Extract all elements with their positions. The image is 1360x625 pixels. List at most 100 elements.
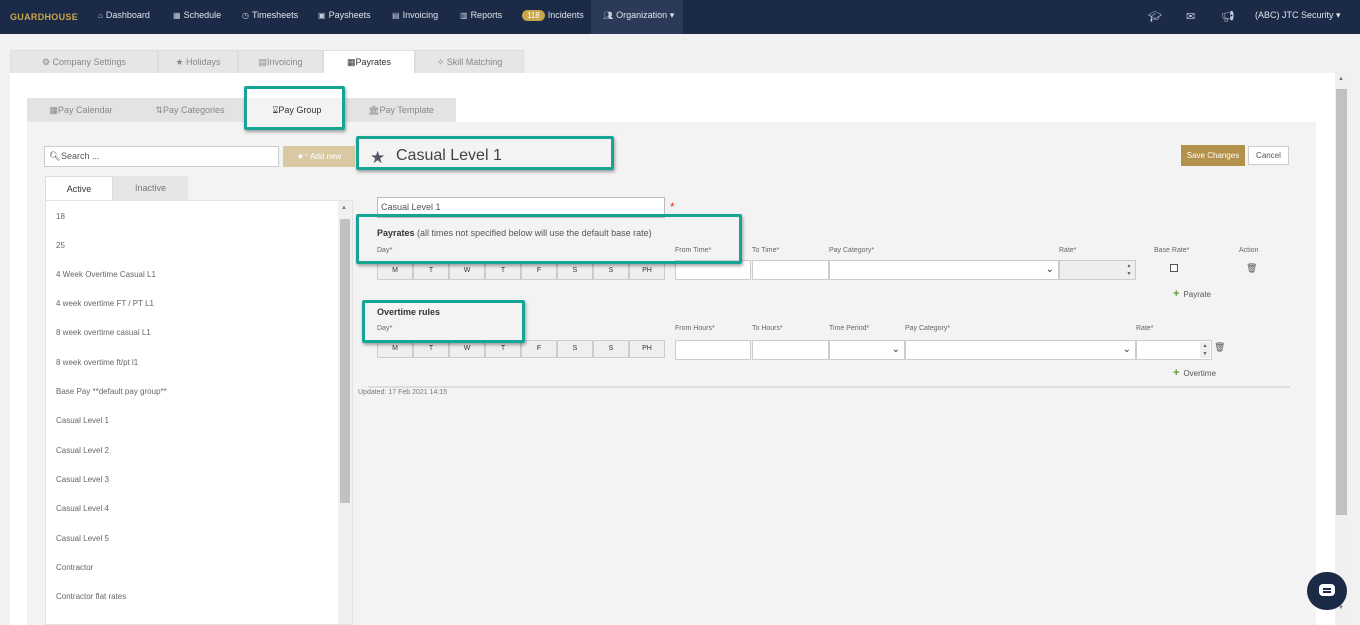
number-spinner-icon[interactable]: ▲ ▼ xyxy=(1200,342,1210,358)
list-item[interactable]: 25 xyxy=(56,241,65,250)
overtime-rate-label: Rate* xyxy=(1136,325,1154,332)
nav-incidents[interactable]: 118 Incidents xyxy=(522,10,584,21)
tab-active[interactable]: Active xyxy=(45,176,113,200)
required-indicator: * xyxy=(670,200,675,214)
list-item[interactable]: Contractor flat rates xyxy=(56,592,126,601)
overtime-from-hours-input[interactable] xyxy=(675,340,751,360)
list-scrollbar[interactable]: ▲ xyxy=(338,201,352,624)
cancel-button[interactable]: Cancel xyxy=(1248,146,1289,165)
plus-icon: + xyxy=(1173,288,1180,300)
caret-down-icon: ▾ xyxy=(1336,10,1341,20)
list-scrollbar-thumb[interactable] xyxy=(340,219,350,503)
add-new-button[interactable]: ★⁺ Add new xyxy=(283,146,355,167)
overtime-time-period-label: Time Period* xyxy=(829,325,870,332)
payrate-day-sun[interactable]: S xyxy=(593,262,629,280)
base-rate-checkbox[interactable] xyxy=(1170,264,1178,272)
search-icon: 🔍︎ xyxy=(49,151,61,161)
chevron-down-icon: ⌄ xyxy=(891,344,900,355)
page-scrollbar[interactable]: ▲ ▼ xyxy=(1335,73,1349,625)
search-input[interactable]: 🔍︎ Search ... xyxy=(44,146,279,167)
payrate-rate-input[interactable]: ▲ ▼ xyxy=(1059,260,1136,280)
add-overtime-button[interactable]: + Overtime xyxy=(1173,367,1216,379)
nav-reports[interactable]: ▥ Reports xyxy=(460,10,502,20)
brand-logo[interactable]: GUARDHOUSE xyxy=(10,12,78,22)
chat-icon xyxy=(1319,584,1335,596)
envelope-icon[interactable]: ✉ xyxy=(1186,10,1195,23)
number-spinner-icon[interactable]: ▲ ▼ xyxy=(1124,262,1134,278)
nav-dashboard[interactable]: ⌂ Dashboard xyxy=(98,10,150,20)
overtime-day-sat[interactable]: S xyxy=(557,340,593,358)
overtime-day-fri[interactable]: F xyxy=(521,340,557,358)
plus-icon: + xyxy=(1173,367,1180,379)
subtab-pay-calendar[interactable]: ▦Pay Calendar xyxy=(27,98,135,122)
megaphone-icon[interactable]: 📢︎ xyxy=(1221,10,1235,23)
chat-widget-button[interactable] xyxy=(1307,572,1347,610)
list-item[interactable]: Contractor xyxy=(56,563,93,572)
add-payrate-button[interactable]: + Payrate xyxy=(1173,288,1211,300)
highlight-payrates xyxy=(356,214,742,264)
list-item[interactable]: 4 Week Overtime Casual L1 xyxy=(56,270,156,279)
trash-icon[interactable]: 🗑︎ xyxy=(1214,342,1225,353)
payrate-day-ph[interactable]: PH xyxy=(629,262,665,280)
top-navbar: GUARDHOUSE ⌂ Dashboard ▦ Schedule ◷ Timeshe… xyxy=(0,0,1360,34)
tab-inactive[interactable]: Inactive xyxy=(113,176,188,200)
updated-timestamp: Updated: 17 Feb 2021 14:15 xyxy=(358,389,448,396)
nav-organization[interactable]: 👥︎ Organization ▾ xyxy=(603,10,674,21)
payrate-pay-category-select[interactable]: ⌄ xyxy=(829,260,1059,280)
payrate-day-thu[interactable]: T xyxy=(485,262,521,280)
payrate-day-mon[interactable]: M xyxy=(377,262,413,280)
overtime-day-ph[interactable]: PH xyxy=(629,340,665,358)
payrate-to-time-input[interactable] xyxy=(752,260,829,280)
tab-payrates[interactable]: ▦Payrates xyxy=(323,50,415,74)
list-item[interactable]: Casual Level 3 xyxy=(56,475,109,484)
pay-group-list: 18 25 4 Week Overtime Casual L1 4 week o… xyxy=(45,200,353,625)
overtime-day-sun[interactable]: S xyxy=(593,340,629,358)
tab-skill-matching[interactable]: ✧ Skill Matching xyxy=(415,50,524,73)
tab-invoicing[interactable]: ▤Invoicing xyxy=(238,50,323,73)
overtime-pay-category-select[interactable]: ⌄ xyxy=(905,340,1136,360)
payrate-day-fri[interactable]: F xyxy=(521,262,557,280)
tab-company-settings[interactable]: ⚙ Company Settings xyxy=(10,50,158,73)
nav-timesheets[interactable]: ◷ Timesheets xyxy=(242,10,298,20)
list-item[interactable]: Casual Level 1 xyxy=(56,416,109,425)
invoice-icon: ▤ xyxy=(392,11,400,20)
subtab-pay-categories[interactable]: ⇅Pay Categories xyxy=(135,98,245,122)
list-item[interactable]: Casual Level 5 xyxy=(56,534,109,543)
nav-schedule[interactable]: ▦ Schedule xyxy=(173,10,221,20)
overtime-rate-input[interactable]: ▲ ▼ xyxy=(1136,340,1212,360)
payrate-day-wed[interactable]: W xyxy=(449,262,485,280)
chevron-down-icon: ⌄ xyxy=(1122,344,1131,355)
list-item[interactable]: 4 week overtime FT / PT L1 xyxy=(56,299,154,308)
payrates-base-rate-label: Base Rate* xyxy=(1154,247,1190,254)
list-item[interactable]: Base Pay **default pay group** xyxy=(56,387,167,396)
save-changes-button[interactable]: Save Changes xyxy=(1181,145,1245,166)
account-menu[interactable]: (ABC) JTC Security ▾ xyxy=(1255,10,1341,21)
payrates-action-label: Action xyxy=(1239,247,1259,254)
payrate-day-sat[interactable]: S xyxy=(557,262,593,280)
section-divider xyxy=(368,386,1290,388)
highlight-overtime xyxy=(362,300,525,343)
overtime-to-hours-input[interactable] xyxy=(752,340,829,360)
stars-plus-icon: ★⁺ xyxy=(296,152,311,161)
tab-holidays[interactable]: ★ Holidays xyxy=(158,50,238,73)
list-item[interactable]: 8 week overtime ft/pt l1 xyxy=(56,358,138,367)
trash-icon[interactable]: 🗑︎ xyxy=(1246,263,1257,274)
overtime-time-period-select[interactable]: ⌄ xyxy=(829,340,905,360)
list-item[interactable]: Casual Level 4 xyxy=(56,504,109,513)
gear-icon: ⚙ xyxy=(41,57,53,67)
scroll-up-icon[interactable]: ▲ xyxy=(1338,76,1344,82)
graduation-cap-icon[interactable]: 🎓︎ xyxy=(1148,10,1162,23)
list-item[interactable]: 8 week overtime casual L1 xyxy=(56,328,151,337)
overtime-from-hours-label: From Hours* xyxy=(675,325,715,332)
list-item[interactable]: 18 xyxy=(56,212,65,221)
table-icon: ▥ xyxy=(460,11,468,20)
nav-paysheets[interactable]: ▣ Paysheets xyxy=(318,10,371,20)
nav-invoicing[interactable]: ▤ Invoicing xyxy=(392,10,438,20)
payrate-day-tue[interactable]: T xyxy=(413,262,449,280)
scroll-up-icon[interactable]: ▲ xyxy=(341,205,347,211)
page-scrollbar-thumb[interactable] xyxy=(1336,89,1347,515)
puzzle-icon: ✧ xyxy=(436,57,447,67)
sort-icon: ⇅ xyxy=(155,105,163,115)
list-item[interactable]: Casual Level 2 xyxy=(56,446,109,455)
subtab-pay-template[interactable]: 🏛︎Pay Template xyxy=(346,98,456,122)
